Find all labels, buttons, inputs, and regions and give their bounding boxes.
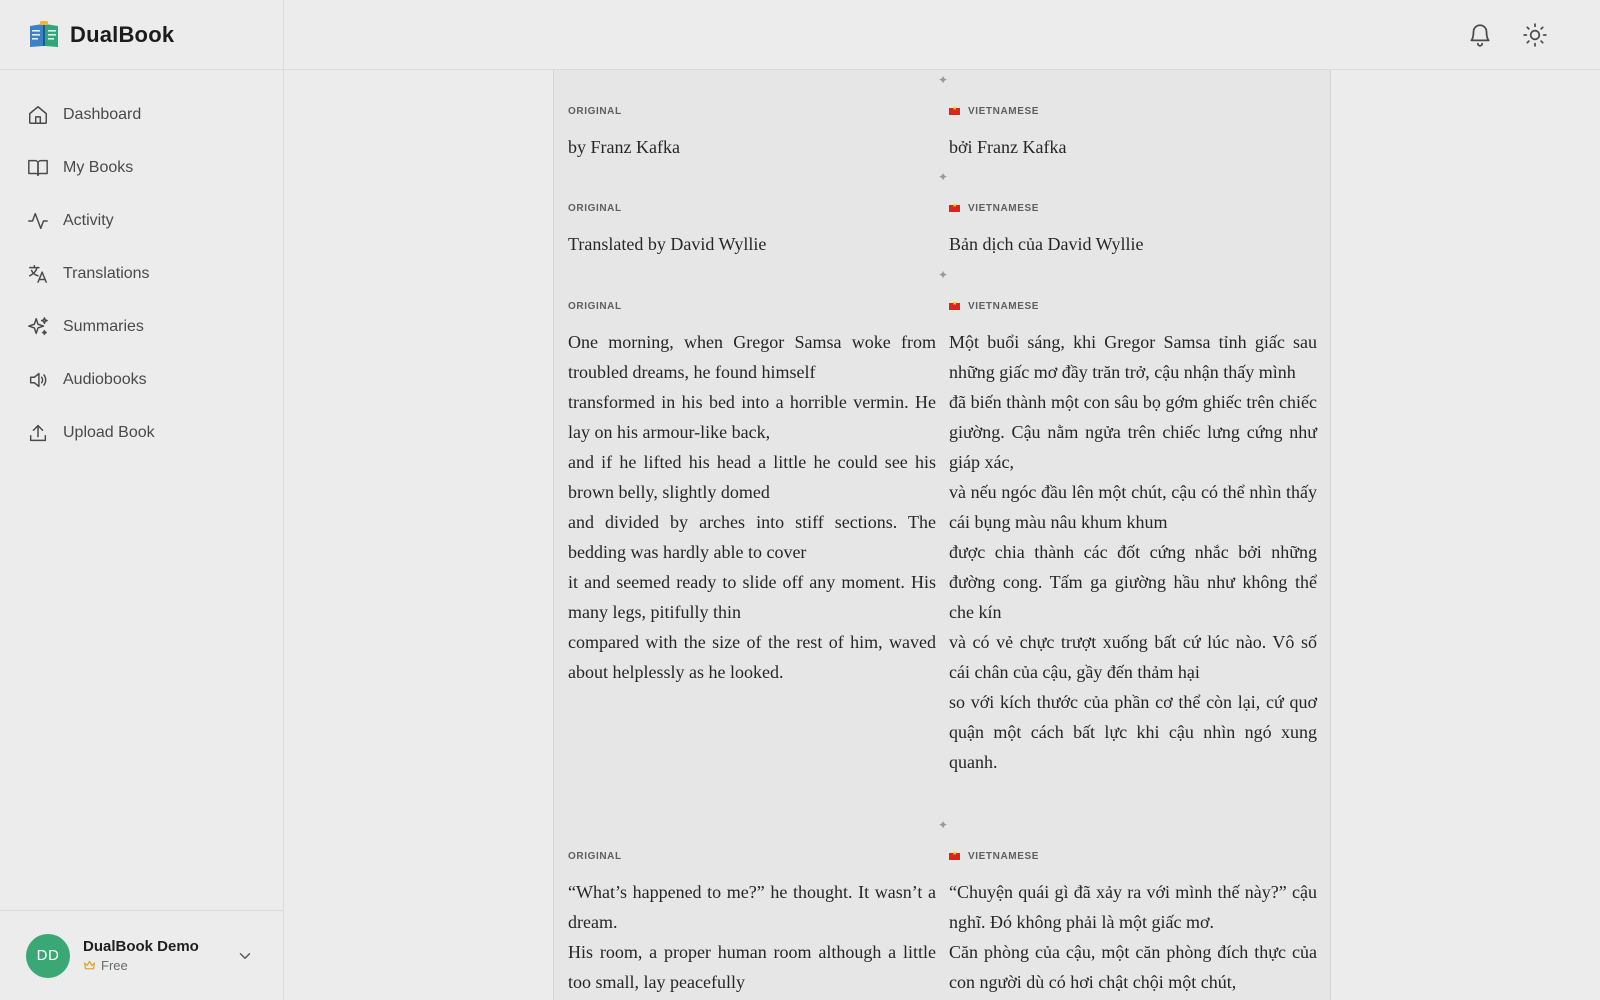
- text-line: His room, a proper human room although a…: [568, 942, 936, 992]
- original-label: ORIGINAL: [568, 850, 622, 862]
- text-line: Translated by David Wyllie: [568, 234, 767, 254]
- upload-icon: [29, 424, 47, 441]
- user-name: DualBook Demo: [83, 938, 199, 955]
- original-label: ORIGINAL: [568, 300, 622, 312]
- translation-column: VIETNAMESE Một buổi sáng, khi Gregor Sam…: [949, 299, 1317, 777]
- dualbook-logo-icon: [30, 20, 58, 47]
- sidebar-item-label: Activity: [63, 211, 114, 229]
- text-line: and if he lifted his head a little he co…: [568, 452, 936, 502]
- sidebar-item-label: Translations: [63, 264, 150, 282]
- text-line: by Franz Kafka: [568, 137, 680, 157]
- original-text[interactable]: “What’s happened to me?” he thought. It …: [568, 877, 936, 997]
- translation-label-text: VIETNAMESE: [968, 850, 1040, 862]
- vietnam-flag-icon: [949, 300, 960, 310]
- sidebar-nav: Dashboard My Books Activity Translations…: [0, 70, 283, 459]
- original-text[interactable]: One morning, when Gregor Samsa woke from…: [568, 327, 936, 687]
- avatar: DD: [26, 933, 70, 978]
- user-menu[interactable]: DD DualBook Demo Free: [0, 910, 284, 1000]
- sparkles-icon: [28, 316, 48, 335]
- translation-column: VIETNAMESE Bản dịch của David Wyllie: [949, 201, 1317, 259]
- translation-column: VIETNAMESE “Chuyện quái gì đã xảy ra với…: [949, 849, 1317, 997]
- sidebar-item-label: Dashboard: [63, 105, 142, 123]
- paragraph-separator-icon: ✦: [937, 73, 949, 87]
- text-line: “What’s happened to me?” he thought. It …: [568, 882, 936, 932]
- chevron-down-icon[interactable]: [236, 947, 254, 965]
- original-column: ORIGINAL by Franz Kafka: [568, 104, 936, 162]
- text-line: và có vẻ chực trượt xuống bất cứ lúc nào…: [949, 632, 1317, 682]
- text-line: Bản dịch của David Wyllie: [949, 234, 1144, 254]
- crown-icon: [84, 960, 95, 970]
- original-column: ORIGINAL One morning, when Gregor Samsa …: [568, 299, 936, 687]
- translation-label: VIETNAMESE: [949, 104, 1317, 118]
- brand-name: DualBook: [70, 21, 175, 47]
- paragraph-separator-icon: ✦: [937, 818, 949, 832]
- translate-icon: [29, 264, 47, 283]
- app-root: DualBook Dashboard My Books Activity Tra…: [0, 0, 1600, 1000]
- user-plan-label: Free: [101, 958, 128, 973]
- translation-label-text: VIETNAMESE: [968, 202, 1040, 214]
- original-column: ORIGINAL Translated by David Wyllie: [568, 201, 936, 259]
- text-line: transformed in his bed into a horrible v…: [568, 392, 936, 442]
- original-label: ORIGINAL: [568, 202, 622, 214]
- paragraph-separator-icon: ✦: [937, 268, 949, 282]
- paragraph-separator-icon: ✦: [937, 170, 949, 184]
- text-line: được chia thành các đốt cứng nhắc bởi nh…: [949, 542, 1317, 622]
- text-line: đã biến thành một con sâu bọ gớm ghiếc t…: [949, 392, 1317, 472]
- text-line: and divided by arches into stiff section…: [568, 512, 936, 562]
- bilingual-reader[interactable]: ✦ ORIGINAL by Franz Kafka VIETNAMESE bởi…: [553, 70, 1331, 1000]
- vietnam-flag-icon: [949, 202, 960, 212]
- sidebar-item-translations[interactable]: Translations: [0, 247, 283, 300]
- original-column: ORIGINAL “What’s happened to me?” he tho…: [568, 849, 936, 997]
- original-text[interactable]: by Franz Kafka: [568, 132, 936, 162]
- text-line: One morning, when Gregor Samsa woke from…: [568, 332, 936, 382]
- sidebar-item-label: My Books: [63, 158, 134, 176]
- text-line: Một buổi sáng, khi Gregor Samsa tỉnh giấ…: [949, 332, 1317, 382]
- translation-label: VIETNAMESE: [949, 201, 1317, 215]
- sidebar-item-summaries[interactable]: Summaries: [0, 300, 283, 353]
- vietnam-flag-icon: [949, 850, 960, 860]
- translation-label-text: VIETNAMESE: [968, 300, 1040, 312]
- book-open-icon: [28, 159, 48, 176]
- sidebar-item-label: Summaries: [63, 317, 144, 335]
- bell-icon[interactable]: [1467, 22, 1493, 48]
- text-line: Căn phòng của cậu, một căn phòng đích th…: [949, 942, 1317, 992]
- translation-label-text: VIETNAMESE: [968, 105, 1040, 117]
- translation-text[interactable]: “Chuyện quái gì đã xảy ra với mình thế n…: [949, 877, 1317, 997]
- user-plan: Free: [83, 958, 236, 973]
- sidebar: DualBook Dashboard My Books Activity Tra…: [0, 0, 284, 1000]
- text-line: it and seemed ready to slide off any mom…: [568, 572, 936, 622]
- activity-icon: [28, 212, 48, 229]
- translation-text[interactable]: Một buổi sáng, khi Gregor Samsa tỉnh giấ…: [949, 327, 1317, 777]
- sidebar-item-dashboard[interactable]: Dashboard: [0, 88, 283, 141]
- text-line: bởi Franz Kafka: [949, 137, 1067, 157]
- sidebar-item-activity[interactable]: Activity: [0, 194, 283, 247]
- translation-text[interactable]: bởi Franz Kafka: [949, 132, 1317, 162]
- vietnam-flag-icon: [949, 105, 960, 115]
- translation-label: VIETNAMESE: [949, 299, 1317, 313]
- sidebar-item-label: Audiobooks: [63, 370, 147, 388]
- user-info: DualBook Demo Free: [83, 938, 236, 973]
- speaker-icon: [29, 372, 47, 387]
- original-label: ORIGINAL: [568, 105, 622, 117]
- home-icon: [29, 105, 47, 124]
- text-line: compared with the size of the rest of hi…: [568, 632, 936, 682]
- translation-column: VIETNAMESE bởi Franz Kafka: [949, 104, 1317, 162]
- text-line: “Chuyện quái gì đã xảy ra với mình thế n…: [949, 882, 1317, 932]
- translation-text[interactable]: Bản dịch của David Wyllie: [949, 229, 1317, 259]
- text-line: và nếu ngóc đầu lên một chút, cậu có thể…: [949, 482, 1317, 532]
- sidebar-item-audiobooks[interactable]: Audiobooks: [0, 353, 283, 406]
- sidebar-item-label: Upload Book: [63, 423, 155, 441]
- original-text[interactable]: Translated by David Wyllie: [568, 229, 936, 259]
- top-header: [284, 0, 1600, 70]
- brand[interactable]: DualBook: [0, 0, 283, 70]
- sidebar-item-my-books[interactable]: My Books: [0, 141, 283, 194]
- text-line: so với kích thước của phần cơ thể còn lạ…: [949, 692, 1317, 772]
- sun-icon[interactable]: [1522, 22, 1548, 48]
- translation-label: VIETNAMESE: [949, 849, 1317, 863]
- sidebar-item-upload-book[interactable]: Upload Book: [0, 406, 283, 459]
